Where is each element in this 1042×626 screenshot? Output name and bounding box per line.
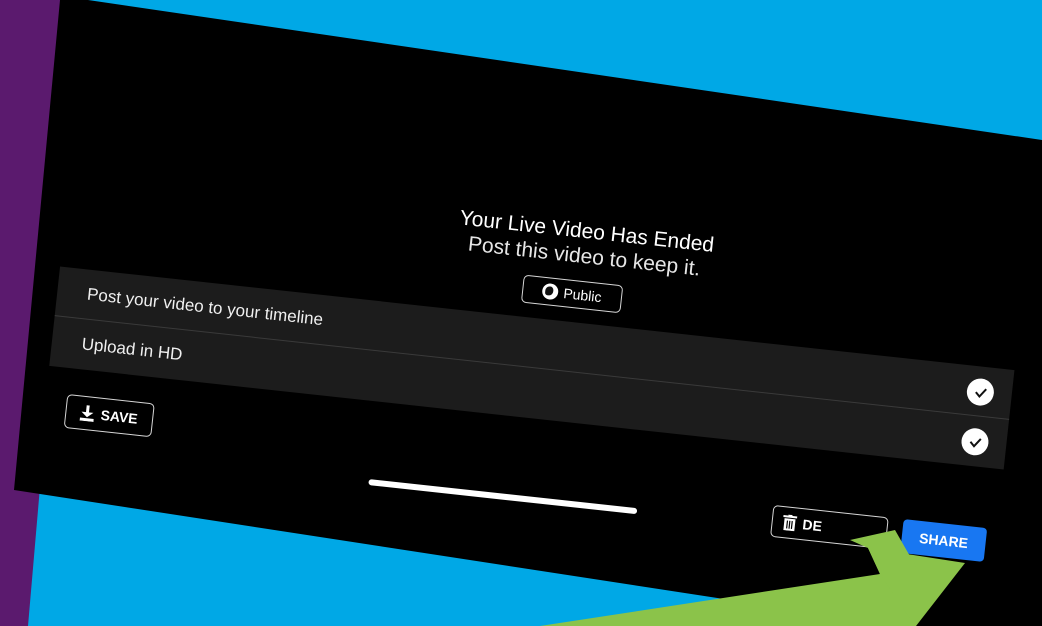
share-label: SHARE bbox=[918, 529, 969, 552]
download-icon bbox=[79, 405, 95, 423]
check-circle-icon[interactable] bbox=[965, 377, 996, 407]
trash-icon bbox=[783, 514, 798, 532]
graphic-canvas: Your Live Video Has Ended Post this vide… bbox=[0, 0, 1042, 626]
save-label: SAVE bbox=[99, 406, 139, 427]
check-circle-icon[interactable] bbox=[960, 426, 990, 457]
option-label: Upload in HD bbox=[80, 334, 184, 365]
globe-icon bbox=[541, 282, 560, 301]
delete-label: DE bbox=[801, 516, 823, 535]
audience-label: Public bbox=[562, 285, 603, 306]
